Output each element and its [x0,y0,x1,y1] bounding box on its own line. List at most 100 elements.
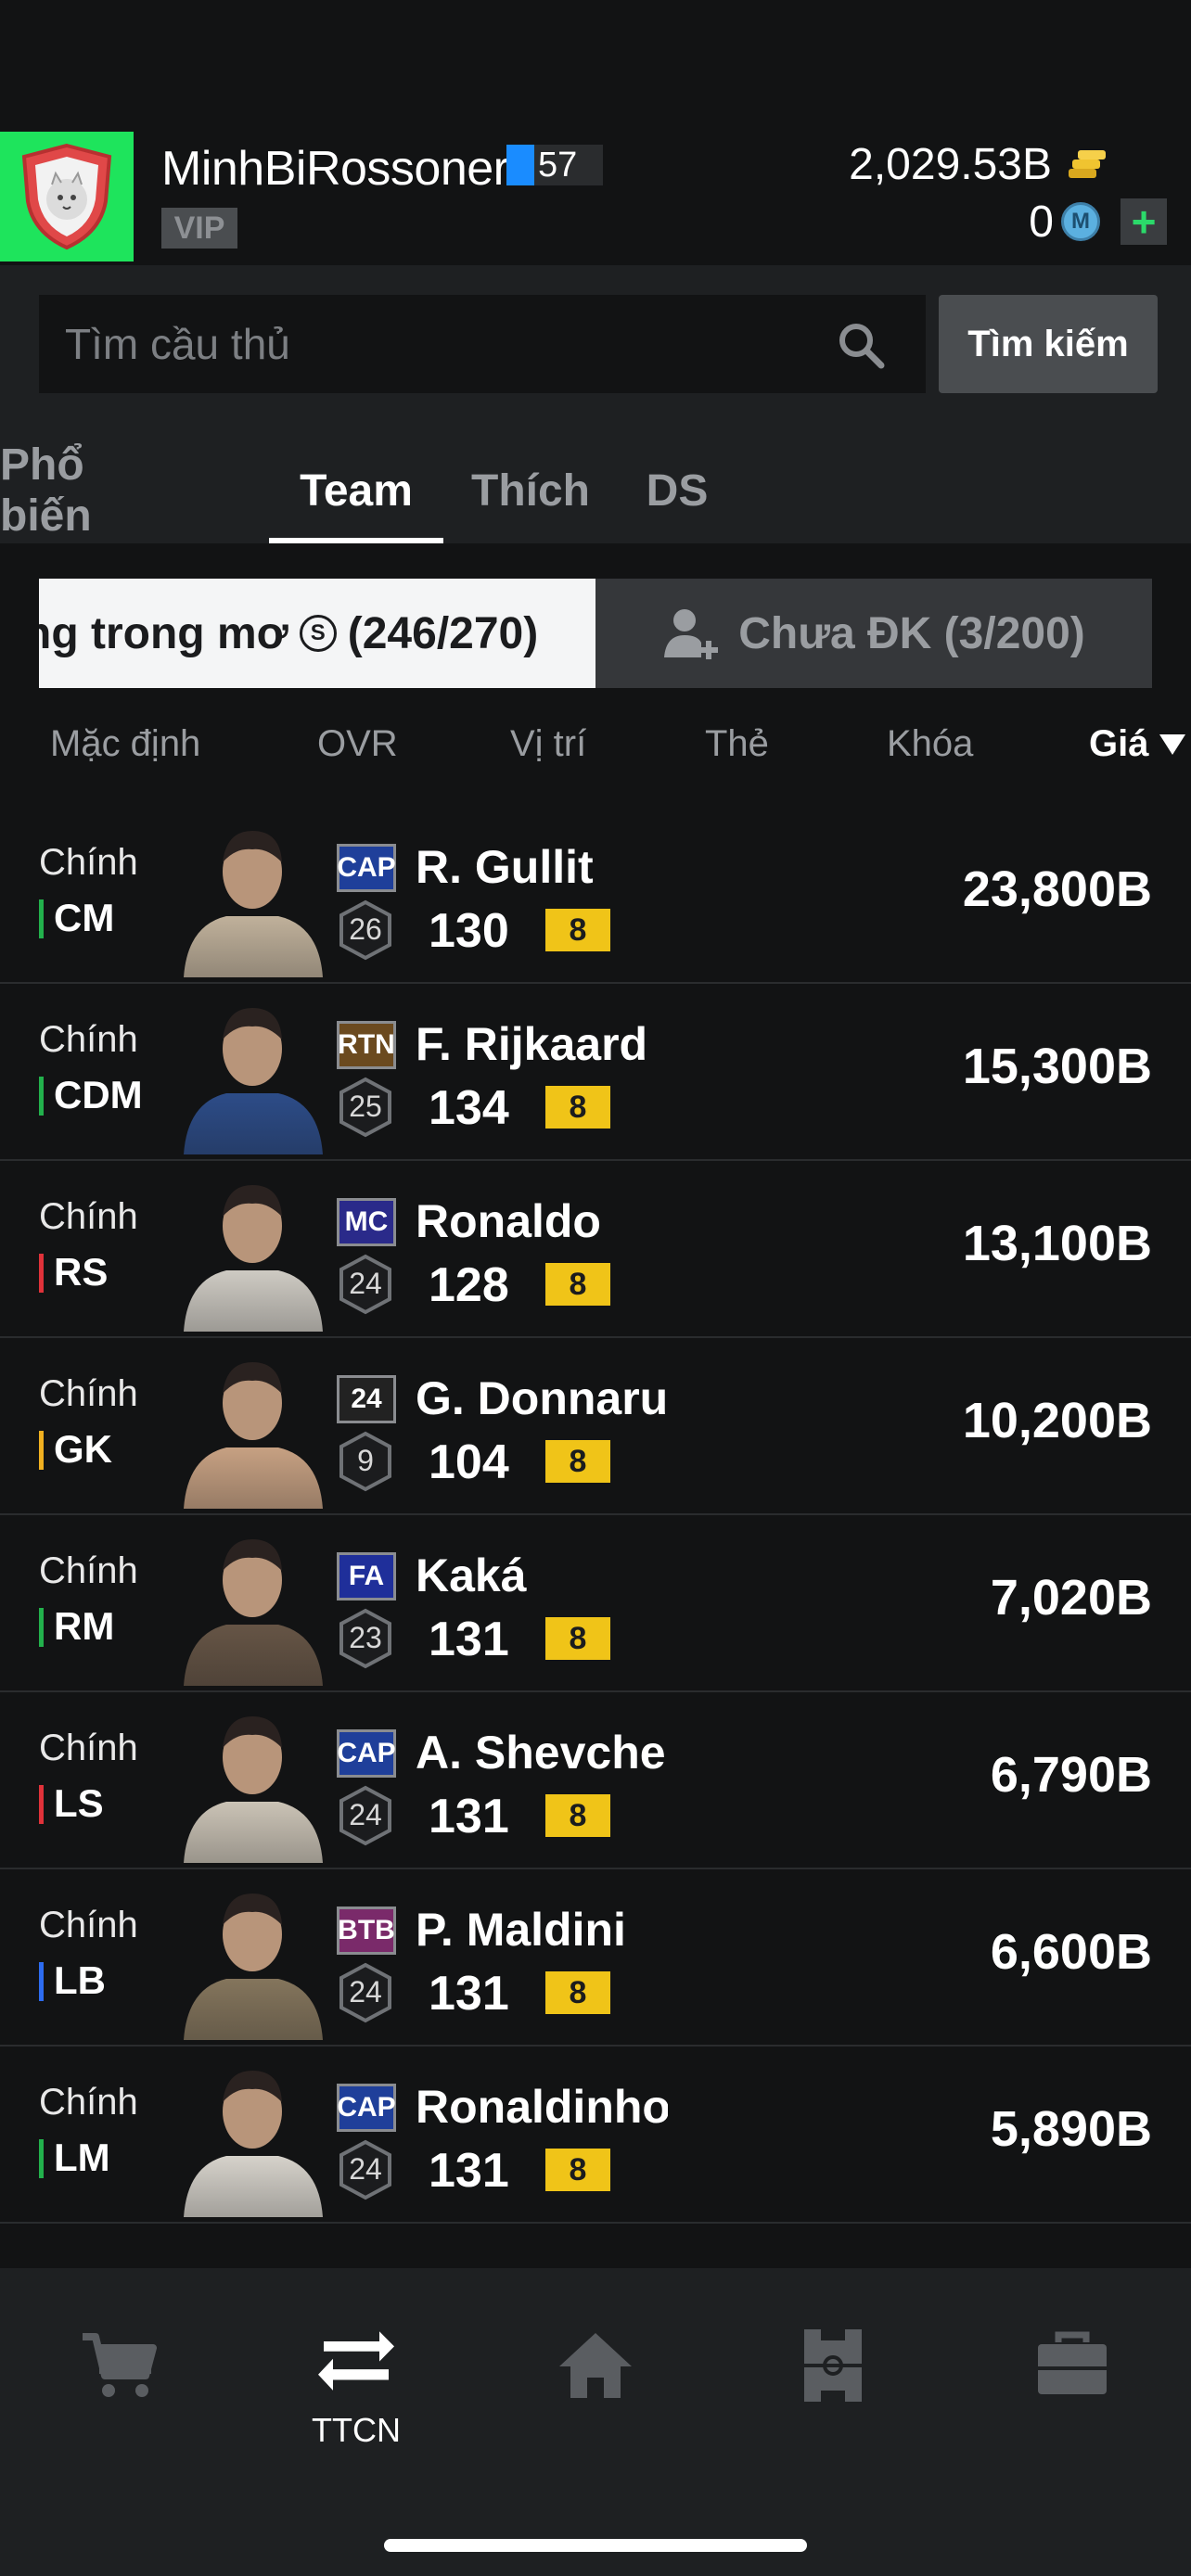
grade-badge: 24 [338,1962,393,2023]
upgrade-level-chip: 8 [545,909,610,951]
formation-icon [804,2329,862,2402]
sort-position[interactable]: Vị trí [510,723,586,765]
player-search-input[interactable] [39,295,926,393]
tab-list[interactable]: DS [640,438,714,543]
sort-price[interactable]: Giá [1089,723,1148,765]
squad-filter-toggle: ng trong mơ S (246/270) Chưa ĐK (3/200) [39,579,1152,688]
squad-role: Chính [39,1373,138,1414]
grade-badge: 26 [338,899,393,961]
tab-team[interactable]: Team [269,438,443,543]
player-row[interactable]: Chính LS CAP 24 A. Shevchenko 131 8 6,79… [0,1692,1191,1869]
upgrade-level-chip: 8 [545,1617,610,1660]
grade-badge: 24 [338,1254,393,1315]
position-label: CM [39,896,114,940]
sort-card[interactable]: Thẻ [705,723,769,765]
player-name: G. Donnarumma [416,1372,668,1424]
nav-formation[interactable] [749,2324,916,2407]
squad-role: Chính [39,1550,138,1591]
grade-value: 24 [349,1267,382,1300]
tab-popular[interactable]: Phổ biến [0,438,154,543]
search-icon[interactable] [835,319,887,371]
upgrade-level-chip: 8 [545,1263,610,1306]
level-value: 57 [538,145,578,185]
squad-role: Chính [39,1196,138,1237]
player-row[interactable]: Chính GK 24 9 G. Donnarumma 104 8 10,200… [0,1338,1191,1515]
season-badge: 24 [337,1375,396,1423]
player-photo [184,1185,323,1332]
player-price: 23,800B [962,861,1152,917]
squad-role: Chính [39,842,138,883]
player-name: F. Rijkaard [416,1018,648,1070]
nav-store[interactable] [35,2324,202,2407]
season-badge: BTB [337,1906,396,1955]
player-row[interactable]: Chính LB BTB 24 P. Maldini 131 8 6,600B [0,1869,1191,2047]
add-coins-button[interactable]: + [1121,198,1167,246]
grade-value: 26 [349,912,382,946]
dream-team-label: ng trong mơ [39,608,288,658]
club-avatar[interactable] [0,132,134,261]
player-name: Kaká [416,1549,527,1601]
tab-liked[interactable]: Thích [471,438,590,543]
player-row[interactable]: Chính RM FA 23 Kaká 131 8 7,020B [0,1515,1191,1692]
category-tabs: Phổ biến Team Thích DS [0,438,1191,543]
upgrade-level-chip: 8 [545,1971,610,2014]
player-photo [184,831,323,977]
transfer-market-screen: MinhBiRossoneri 57 VIP 2,029.53B 0 M + T… [0,0,1191,2576]
sort-lock[interactable]: Khóa [887,723,973,765]
unregistered-filter[interactable]: Chưa ĐK (3/200) [596,579,1152,688]
player-photo [184,1894,323,2040]
grade-badge: 9 [338,1431,393,1492]
player-price: 5,890B [990,2101,1152,2157]
player-name: Ronaldinho [416,2081,668,2133]
username: MinhBiRossoneri [161,142,519,196]
player-photo [184,1008,323,1154]
grade-badge: 25 [338,1077,393,1138]
transfer-icon [318,2331,394,2391]
coin-balance: 2,029.53B [849,140,1052,189]
sort-desc-arrow-icon [1159,734,1185,755]
grade-badge: 24 [338,2139,393,2200]
position-label: LS [39,1781,104,1826]
season-badge: CAP [337,844,396,892]
home-indicator[interactable] [384,2539,807,2552]
player-price: 7,020B [990,1570,1152,1626]
player-price: 6,600B [990,1924,1152,1980]
player-list: Chính CM CAP 26 R. Gullit 130 8 23,800B … [0,807,1191,2270]
player-photo [184,1362,323,1509]
sort-ovr[interactable]: OVR [317,723,398,765]
nav-home[interactable] [512,2324,679,2407]
season-badge: CAP [337,2084,396,2132]
bottom-navigation: TTCN [0,2268,1191,2576]
player-name: P. Maldini [416,1904,626,1956]
search-button[interactable]: Tìm kiếm [939,295,1158,393]
s-badge-icon: S [299,615,337,652]
player-price: 10,200B [962,1393,1152,1448]
grade-badge: 23 [338,1608,393,1669]
position-label: LB [39,1958,106,2003]
level-progress-fill [506,145,534,185]
grade-value: 25 [349,1090,382,1123]
grade-value: 9 [357,1444,374,1477]
player-row[interactable]: Chính CDM RTN 25 F. Rijkaard 134 8 15,30… [0,984,1191,1161]
sort-default[interactable]: Mặc định [50,723,200,765]
cart-icon [83,2333,157,2397]
player-row[interactable]: Chính RS MC 24 Ronaldo 128 8 13,100B [0,1161,1191,1338]
grade-value: 24 [349,1798,382,1831]
upgrade-level-chip: 8 [545,1440,610,1483]
grade-badge: 24 [338,1785,393,1846]
season-badge: FA [337,1552,396,1600]
nav-club[interactable] [989,2324,1156,2407]
player-ovr: 104 [429,1435,509,1489]
player-price: 6,790B [990,1747,1152,1803]
dream-team-filter[interactable]: ng trong mơ S (246/270) [39,579,596,688]
player-photo [184,1539,323,1686]
sort-options: Mặc định OVR Vị trí Thẻ Khóa Giá [0,714,1191,779]
nav-transfer-market[interactable]: TTCN [273,2324,440,2450]
position-label: LM [39,2136,110,2180]
grade-value: 24 [349,1975,382,2009]
player-name: A. Shevchenko [416,1727,668,1779]
position-label: RM [39,1604,114,1649]
player-row[interactable]: Chính LM CAP 24 Ronaldinho 131 8 5,890B [0,2047,1191,2224]
player-ovr: 128 [429,1258,509,1312]
player-row[interactable]: Chính CM CAP 26 R. Gullit 130 8 23,800B [0,807,1191,984]
